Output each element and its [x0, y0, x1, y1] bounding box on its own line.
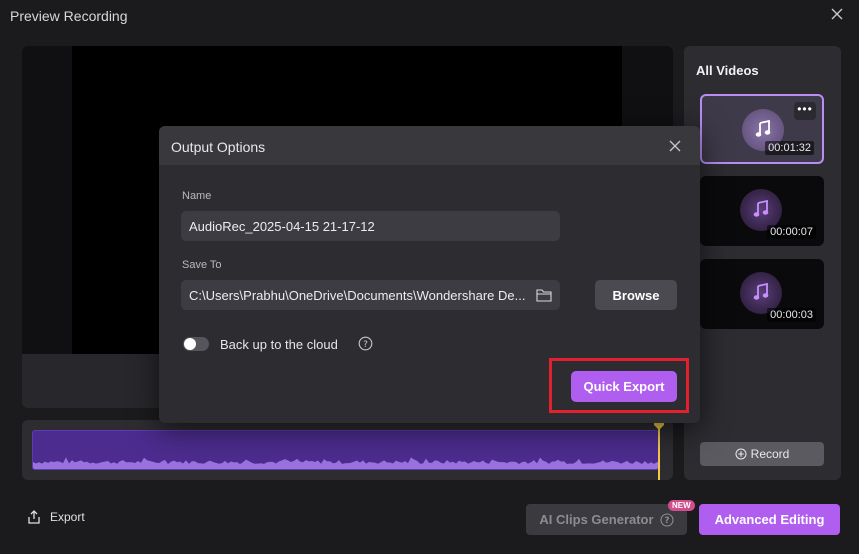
- ai-clips-generator-label: AI Clips Generator: [539, 512, 654, 527]
- name-label: Name: [182, 190, 212, 202]
- video-thumbnail[interactable]: ••• 00:01:32: [700, 94, 824, 164]
- audio-waveform[interactable]: [32, 430, 659, 470]
- record-label: Record: [750, 447, 790, 461]
- save-to-input[interactable]: C:\Users\Prabhu\OneDrive\Documents\Wonde…: [181, 280, 560, 310]
- window-title: Preview Recording: [10, 8, 128, 24]
- export-icon: [28, 510, 40, 524]
- all-videos-panel: All Videos ••• 00:01:32 00:00:07 00:00:0…: [684, 46, 841, 480]
- music-note-icon: [753, 200, 769, 217]
- timeline[interactable]: [22, 420, 673, 480]
- name-input[interactable]: AudioRec_2025-04-15 21-17-12: [181, 211, 560, 241]
- folder-icon[interactable]: [536, 288, 552, 302]
- cloud-backup-toggle[interactable]: [183, 337, 209, 351]
- cloud-backup-label: Back up to the cloud: [220, 337, 338, 352]
- help-icon[interactable]: ?: [660, 512, 674, 527]
- title-bar: Preview Recording: [0, 0, 859, 34]
- music-note-icon: [755, 120, 771, 137]
- svg-text:?: ?: [664, 516, 669, 526]
- close-icon[interactable]: [829, 6, 845, 22]
- video-duration: 00:00:07: [767, 225, 816, 239]
- all-videos-title: All Videos: [696, 63, 759, 78]
- ai-clips-generator-button[interactable]: AI Clips Generator ?: [526, 504, 687, 535]
- svg-text:?: ?: [363, 340, 368, 350]
- export-button[interactable]: Export: [26, 509, 85, 525]
- waveform-fill: [33, 457, 658, 469]
- export-label: Export: [50, 510, 85, 524]
- video-thumbnail[interactable]: 00:00:03: [700, 259, 824, 329]
- close-icon[interactable]: [668, 139, 682, 153]
- video-thumbnail[interactable]: 00:00:07: [700, 176, 824, 246]
- dialog-header: Output Options: [159, 126, 700, 165]
- help-icon[interactable]: ?: [358, 336, 373, 351]
- toggle-knob: [184, 338, 196, 350]
- video-duration: 00:01:32: [765, 141, 814, 155]
- highlight-box: [549, 358, 689, 413]
- more-options-icon[interactable]: •••: [794, 102, 816, 120]
- add-circle-icon: [735, 448, 747, 460]
- dialog-title: Output Options: [171, 139, 266, 155]
- advanced-editing-button[interactable]: Advanced Editing: [699, 504, 840, 535]
- new-badge: NEW: [668, 500, 695, 511]
- browse-button[interactable]: Browse: [595, 280, 677, 310]
- video-duration: 00:00:03: [767, 308, 816, 322]
- record-button[interactable]: Record: [700, 442, 824, 466]
- music-note-icon: [753, 283, 769, 300]
- save-to-label: Save To: [182, 259, 222, 271]
- waveform-graphic: [33, 457, 658, 469]
- letterbox-left: [22, 46, 72, 354]
- playhead[interactable]: [658, 422, 660, 480]
